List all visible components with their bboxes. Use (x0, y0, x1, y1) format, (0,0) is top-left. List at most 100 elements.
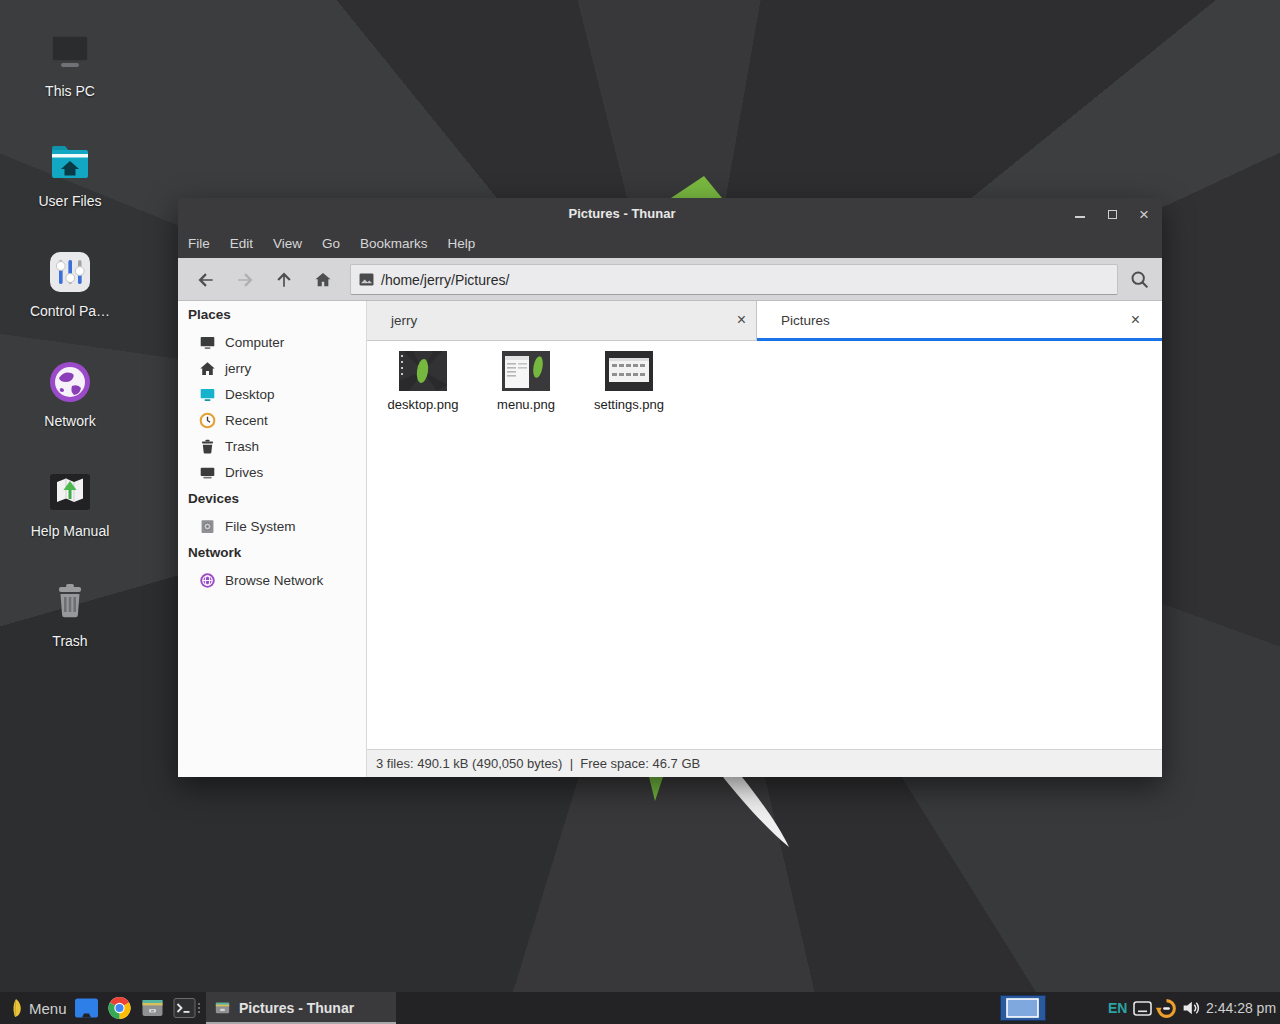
filesystem-icon (199, 518, 216, 535)
keyboard-layout-indicator[interactable]: EN (1108, 992, 1127, 1024)
sidebar-item-browse-network[interactable]: Browse Network (178, 567, 366, 593)
desktop-icon-trash[interactable]: Trash (0, 578, 140, 649)
launcher-show-desktop[interactable] (74, 992, 99, 1024)
sidebar-header-network: Network (178, 539, 366, 567)
desktop-icon-network[interactable]: Network (0, 358, 140, 429)
sidebar-item-drives[interactable]: Drives (178, 459, 366, 485)
menu-button[interactable] (7, 992, 24, 1024)
tray-updates[interactable] (1155, 992, 1178, 1024)
file-name: menu.png (478, 397, 574, 412)
computer-icon (199, 334, 216, 351)
home-icon (199, 360, 216, 377)
file-desktop-png[interactable]: desktop.png (375, 351, 471, 412)
file-view[interactable]: desktop.png menu.png (367, 341, 1162, 749)
tray-keyboard[interactable] (1133, 992, 1152, 1024)
up-button[interactable] (264, 263, 303, 296)
sidebar-item-file-system[interactable]: File System (178, 513, 366, 539)
sidebar-item-label: Drives (225, 465, 263, 480)
speaker-icon (1181, 999, 1201, 1017)
home-button[interactable] (303, 263, 342, 296)
network-globe-icon (46, 358, 94, 406)
desktop-icon-user-files[interactable]: User Files (0, 138, 140, 209)
maximize-button[interactable] (1096, 198, 1128, 230)
file-menu-png[interactable]: menu.png (478, 351, 574, 412)
terminal-icon (172, 996, 197, 1020)
menu-bookmarks[interactable]: Bookmarks (350, 230, 438, 258)
close-button[interactable]: × (1128, 198, 1160, 230)
task-label: Pictures - Thunar (239, 1000, 354, 1016)
search-button[interactable] (1120, 263, 1158, 296)
desktop-icon-label: Control Pa… (0, 303, 140, 319)
sidebar-item-label: Recent (225, 413, 268, 428)
menu-help[interactable]: Help (438, 230, 486, 258)
desktop-icon-label: Network (0, 413, 140, 429)
sidebar: Places Computer jerry Desktop (178, 301, 367, 777)
menu-label: Menu (29, 1000, 67, 1017)
browse-network-icon (199, 572, 216, 589)
show-desktop-icon (74, 996, 99, 1020)
thunar-window: Pictures - Thunar × File Edit View Go Bo… (178, 198, 1162, 777)
menu-png-thumbnail (502, 351, 550, 391)
thunar-window-icon (214, 1000, 231, 1016)
clock-label: 2:44:28 pm (1206, 1000, 1276, 1016)
window-titlebar[interactable]: Pictures - Thunar × (178, 198, 1162, 230)
folder-home-icon (46, 138, 94, 186)
sidebar-item-desktop[interactable]: Desktop (178, 381, 366, 407)
menu-view[interactable]: View (263, 230, 312, 258)
workspace-pager[interactable] (1000, 992, 1046, 1024)
tab-close-icon[interactable]: × (1131, 301, 1140, 339)
tab-label: Pictures (781, 301, 830, 341)
help-manual-icon (46, 468, 94, 516)
search-icon (1129, 269, 1150, 290)
sidebar-item-recent[interactable]: Recent (178, 407, 366, 433)
sidebar-item-label: Desktop (225, 387, 275, 402)
linux-lite-logo-icon (7, 997, 24, 1019)
menu-file[interactable]: File (178, 230, 220, 258)
desktop-icon-label: Trash (0, 633, 140, 649)
desktop-icon-help-manual[interactable]: Help Manual (0, 468, 140, 539)
panel-grip[interactable] (198, 992, 200, 1024)
status-bar: 3 files: 490.1 kB (490,050 bytes) | Free… (367, 749, 1162, 777)
workspace-pager-icon (1000, 995, 1046, 1021)
back-button[interactable] (186, 263, 225, 296)
menu-go[interactable]: Go (312, 230, 350, 258)
back-arrow-icon (196, 270, 216, 290)
desktop-icon (199, 386, 216, 403)
tab-jerry[interactable]: jerry × (367, 301, 757, 341)
clock: 2:44:28 pm (1206, 992, 1276, 1024)
launcher-file-manager[interactable] (140, 992, 165, 1024)
trash-icon (46, 578, 94, 626)
taskbar-window-button[interactable]: Pictures - Thunar (206, 992, 396, 1024)
sidebar-header-places: Places (178, 301, 366, 329)
taskbar: Menu (0, 992, 1280, 1024)
computer-icon (46, 28, 94, 76)
desktop-icon-label: User Files (0, 193, 140, 209)
toolbar: /home/jerry/Pictures/ (178, 258, 1162, 301)
path-bar[interactable]: /home/jerry/Pictures/ (350, 264, 1118, 295)
minimize-button[interactable] (1064, 198, 1096, 230)
tray-volume[interactable] (1181, 992, 1201, 1024)
file-name: settings.png (581, 397, 677, 412)
desktop-png-thumbnail (399, 351, 447, 391)
menu-edit[interactable]: Edit (220, 230, 263, 258)
sidebar-item-trash[interactable]: Trash (178, 433, 366, 459)
forward-arrow-icon (235, 270, 255, 290)
trash-icon (199, 438, 216, 455)
sidebar-item-jerry[interactable]: jerry (178, 355, 366, 381)
tab-close-icon[interactable]: × (737, 301, 746, 339)
settings-png-thumbnail (605, 351, 653, 391)
desktop-icon-label: This PC (0, 83, 140, 99)
launcher-terminal[interactable] (172, 992, 197, 1024)
desktop-icon-label: Help Manual (0, 523, 140, 539)
launcher-chrome[interactable] (107, 992, 132, 1024)
file-settings-png[interactable]: settings.png (581, 351, 677, 412)
tab-pictures[interactable]: Pictures × (757, 301, 1162, 341)
desktop-icon-this-pc[interactable]: This PC (0, 28, 140, 99)
desktop-icon-control-panel[interactable]: Control Pa… (0, 248, 140, 319)
menubar: File Edit View Go Bookmarks Help (178, 230, 1162, 258)
window-title: Pictures - Thunar (178, 198, 1066, 230)
sidebar-item-computer[interactable]: Computer (178, 329, 366, 355)
forward-button[interactable] (225, 263, 264, 296)
update-icon (1155, 997, 1178, 1020)
menu-button-label[interactable]: Menu (29, 992, 67, 1024)
